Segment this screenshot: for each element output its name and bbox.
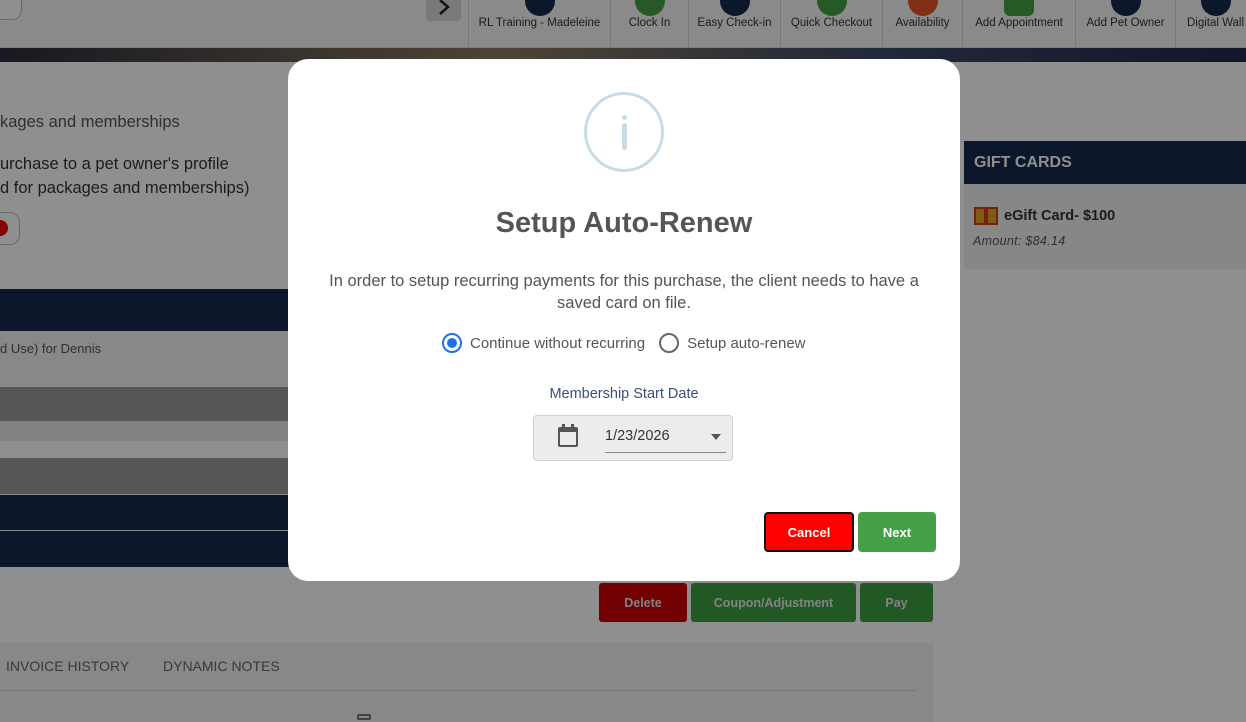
dialog-title: Setup Auto-Renew <box>495 207 753 239</box>
cancel-button[interactable]: Cancel <box>764 512 854 552</box>
setup-auto-renew-dialog: Setup Auto-Renew In order to setup recur… <box>288 59 960 581</box>
start-date-label: Membership Start Date <box>549 386 699 402</box>
start-date-value[interactable]: 1/23/2026 <box>605 428 670 444</box>
info-icon <box>584 92 664 172</box>
date-underline <box>605 452 726 453</box>
chevron-down-icon[interactable] <box>711 434 721 440</box>
next-button[interactable]: Next <box>858 512 936 552</box>
calendar-icon[interactable] <box>558 424 578 447</box>
radio-setup-auto-renew-label[interactable]: Setup auto-renew <box>687 335 805 352</box>
radio-setup-auto-renew[interactable] <box>659 333 680 353</box>
radio-continue-without-recurring[interactable] <box>442 333 462 353</box>
dialog-message: In order to setup recurring payments for… <box>329 272 919 312</box>
radio-continue-without-recurring-label[interactable]: Continue without recurring <box>470 335 645 352</box>
recurring-options: Continue without recurring Setup auto-re… <box>442 333 820 353</box>
start-date-field[interactable]: 1/23/2026 <box>533 415 733 461</box>
